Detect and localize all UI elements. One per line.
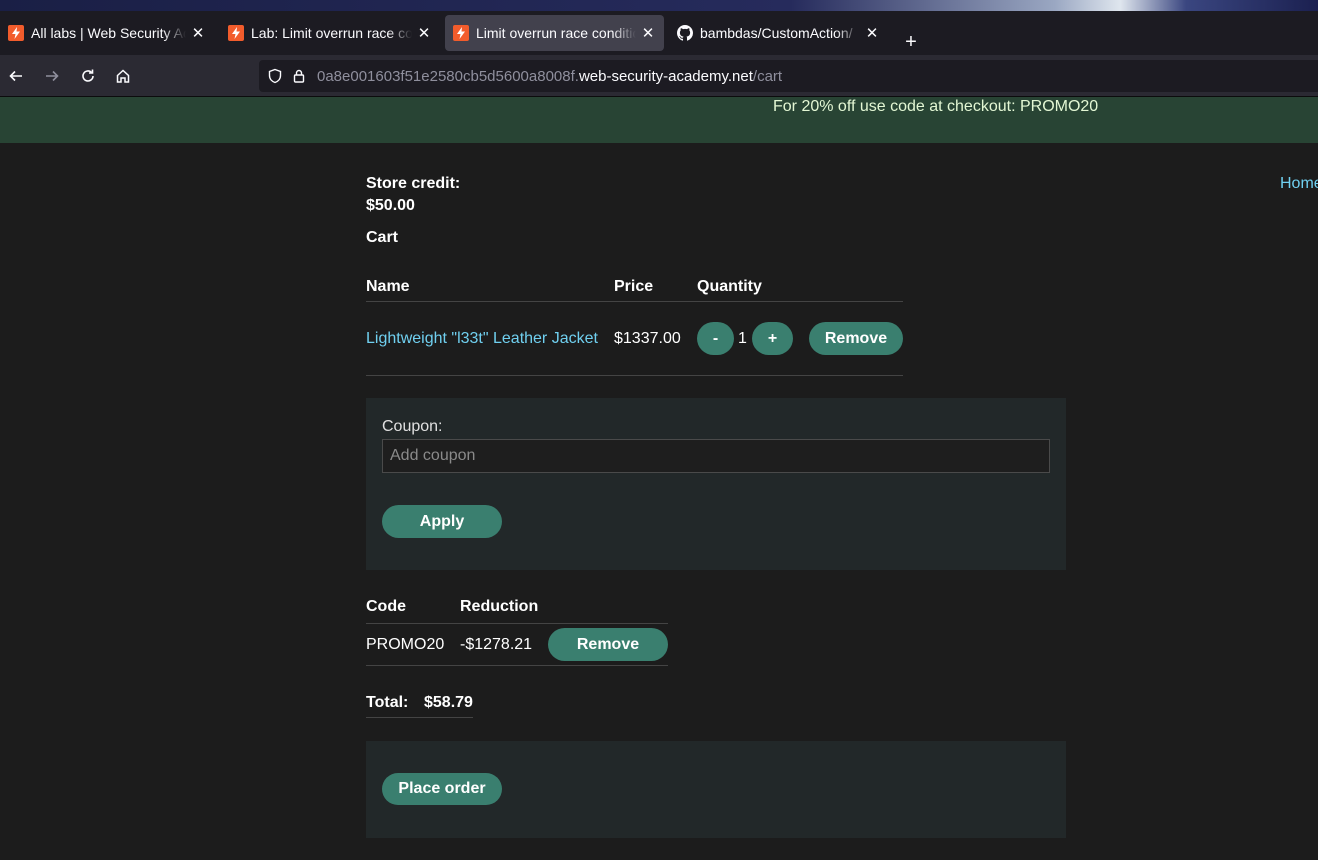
coupon-code: PROMO20: [366, 636, 445, 653]
promo-banner-text: For 20% off use code at checkout: PROMO2…: [773, 98, 1099, 115]
coupon-input[interactable]: [382, 439, 1050, 473]
divider: [366, 375, 903, 376]
lock-icon[interactable]: [291, 68, 307, 84]
close-tab-icon[interactable]: ✕: [416, 25, 432, 42]
reload-button[interactable]: [77, 65, 99, 87]
arrow-left-icon: [9, 70, 22, 82]
close-tab-icon[interactable]: ✕: [190, 25, 206, 42]
browser-nav-bar: 0a8e001603f51e2580cb5d5600a8008f.web-sec…: [0, 55, 1318, 97]
store-credit-label: Store credit:: [366, 175, 461, 192]
github-icon: [677, 25, 693, 41]
new-tab-button[interactable]: +: [900, 31, 922, 53]
portswigger-icon: [8, 25, 24, 41]
divider: [366, 301, 903, 302]
apply-coupon-button[interactable]: Apply: [382, 505, 502, 538]
product-quantity: 1: [738, 330, 747, 347]
coupon-form: Coupon: Apply: [366, 398, 1066, 570]
reload-icon: [82, 69, 94, 82]
home-link[interactable]: Home: [1280, 175, 1318, 193]
column-header-price: Price: [614, 278, 654, 295]
close-tab-icon[interactable]: ✕: [864, 25, 880, 42]
coupon-label: Coupon:: [382, 418, 443, 435]
divider: [366, 623, 668, 624]
portswigger-icon: [228, 25, 244, 41]
product-link[interactable]: Lightweight "l33t" Leather Jacket: [366, 330, 598, 348]
total-label: Total:: [366, 694, 409, 711]
arrow-right-icon: [46, 70, 59, 82]
checkout-form: Place order: [366, 741, 1066, 838]
home-button[interactable]: [112, 65, 134, 87]
remove-item-button[interactable]: Remove: [809, 322, 903, 355]
browser-tab-all-labs[interactable]: All labs | Web Security Academy ✕: [0, 15, 214, 51]
address-bar[interactable]: 0a8e001603f51e2580cb5d5600a8008f.web-sec…: [259, 60, 1318, 92]
column-header-name: Name: [366, 278, 410, 295]
browser-tab-active-lab[interactable]: Limit overrun race conditions ✕: [445, 15, 664, 51]
tab-title: All labs | Web Security Academy: [31, 25, 186, 41]
url-text: 0a8e001603f51e2580cb5d5600a8008f.web-sec…: [317, 68, 782, 85]
desktop-wallpaper-strip: [0, 0, 1318, 11]
browser-tab-github[interactable]: bambdas/CustomAction/ ✕: [669, 15, 888, 51]
browser-tab-bar: All labs | Web Security Academy ✕ Lab: L…: [0, 11, 1318, 55]
column-header-quantity: Quantity: [697, 278, 762, 295]
promo-banner: [0, 97, 1318, 143]
tab-title: Limit overrun race conditions: [476, 25, 636, 41]
browser-tab-lab[interactable]: Lab: Limit overrun race conditions ✕: [220, 15, 440, 51]
increase-quantity-button[interactable]: +: [752, 322, 793, 355]
total-value: $58.79: [424, 694, 473, 711]
product-price: $1337.00: [614, 330, 681, 347]
place-order-button[interactable]: Place order: [382, 773, 502, 805]
divider: [366, 665, 668, 666]
cart-heading: Cart: [366, 229, 399, 246]
tab-title: Lab: Limit overrun race conditions: [251, 25, 412, 41]
url-prefix: 0a8e001603f51e2580cb5d5600a8008f.: [317, 67, 579, 85]
url-host: web-security-academy.net: [578, 67, 753, 85]
forward-button[interactable]: [41, 65, 63, 87]
url-path: /cart: [752, 67, 783, 85]
store-credit-value: $50.00: [366, 197, 415, 214]
column-header-code: Code: [366, 598, 406, 615]
portswigger-icon: [453, 25, 469, 41]
back-button[interactable]: [5, 65, 27, 87]
close-tab-icon[interactable]: ✕: [640, 25, 656, 42]
shield-icon[interactable]: [267, 68, 283, 84]
home-icon: [116, 69, 130, 83]
tab-title: bambdas/CustomAction/: [700, 25, 853, 41]
divider: [366, 717, 473, 718]
column-header-reduction: Reduction: [460, 598, 539, 615]
decrease-quantity-button[interactable]: -: [697, 322, 734, 355]
coupon-reduction: -$1278.21: [460, 636, 533, 653]
remove-coupon-button[interactable]: Remove: [548, 628, 668, 661]
